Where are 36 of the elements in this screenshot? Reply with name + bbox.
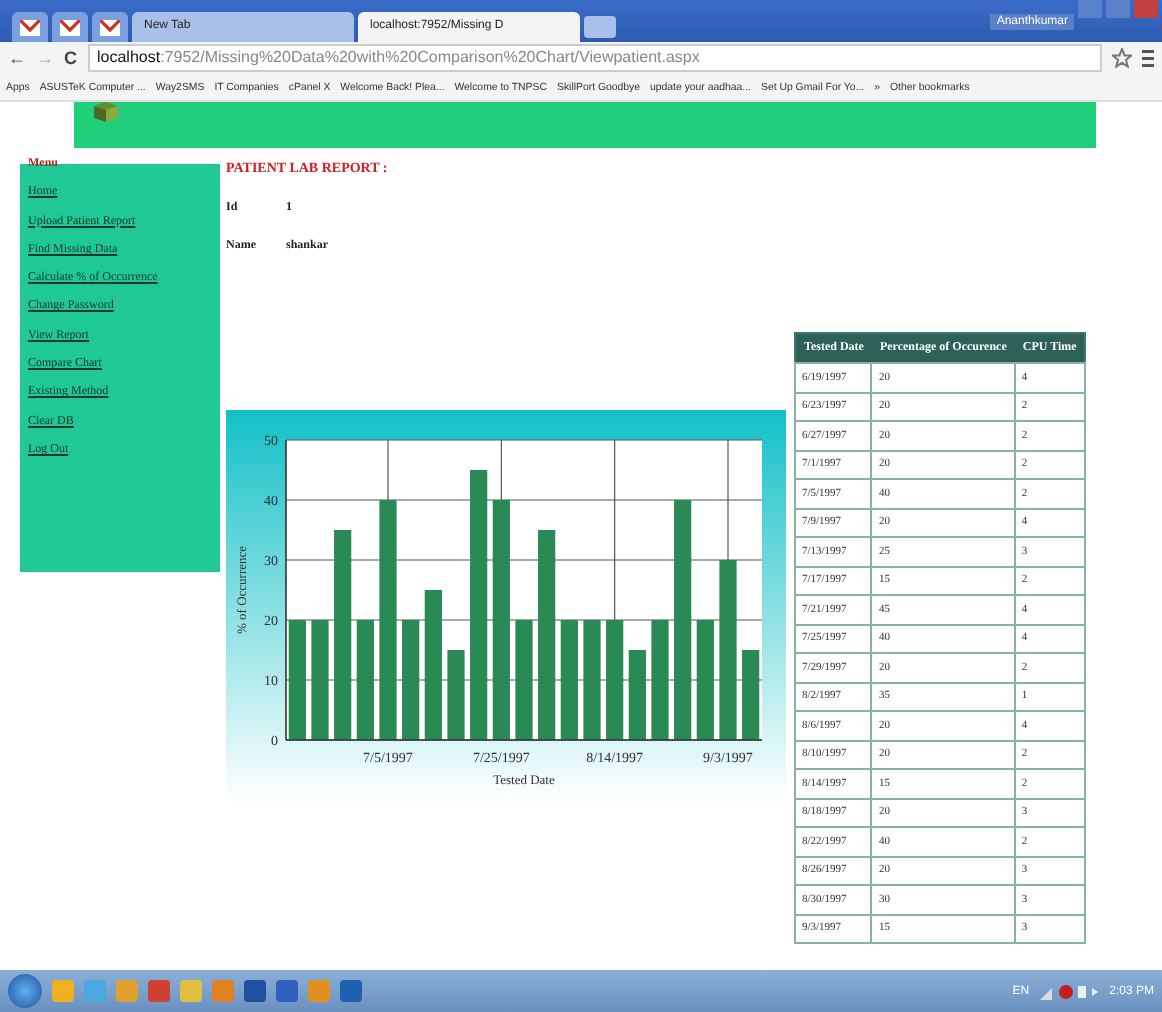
bar [606, 620, 624, 740]
taskbar-icon[interactable] [212, 980, 234, 1002]
star-icon[interactable] [1112, 48, 1132, 68]
maximize-button[interactable] [1106, 0, 1130, 18]
mail-tab[interactable] [12, 12, 48, 42]
bar [583, 620, 601, 740]
bar [447, 650, 465, 740]
taskbar-icon[interactable] [148, 980, 170, 1002]
start-button[interactable] [8, 974, 42, 1008]
mail-icon [100, 19, 120, 35]
bar [402, 620, 420, 740]
taskbar-icon[interactable] [244, 980, 266, 1002]
taskbar-icon[interactable] [340, 980, 362, 1002]
taskbar-icon[interactable] [308, 980, 330, 1002]
mail-tab[interactable] [52, 12, 88, 42]
taskbar-icon[interactable] [276, 980, 298, 1002]
taskbar-icon[interactable] [180, 980, 202, 1002]
taskbar-icon[interactable] [52, 980, 74, 1002]
close-button[interactable] [1134, 0, 1158, 18]
new-tab-button[interactable] [584, 16, 616, 38]
reload-button[interactable]: C [64, 48, 77, 68]
taskbar-icon[interactable] [116, 980, 138, 1002]
bar [515, 620, 533, 740]
bar [311, 620, 329, 740]
mail-icon [20, 19, 40, 35]
logo-icon [94, 102, 118, 122]
mail-tab[interactable] [92, 12, 128, 42]
address-field[interactable]: localhost:7952/Missing%20Data%20with%20Comparison%20Chart/Viewpatient.aspx [87, 44, 1102, 72]
minimize-button[interactable] [1078, 0, 1102, 18]
taskbar-icon[interactable] [84, 980, 106, 1002]
mail-icon [60, 19, 80, 35]
bar [651, 620, 669, 740]
back-button[interactable]: ← [8, 48, 26, 68]
tray-icons-drawing[interactable] [1039, 983, 1100, 999]
menu-icon[interactable] [1142, 49, 1154, 67]
bar [742, 650, 760, 740]
